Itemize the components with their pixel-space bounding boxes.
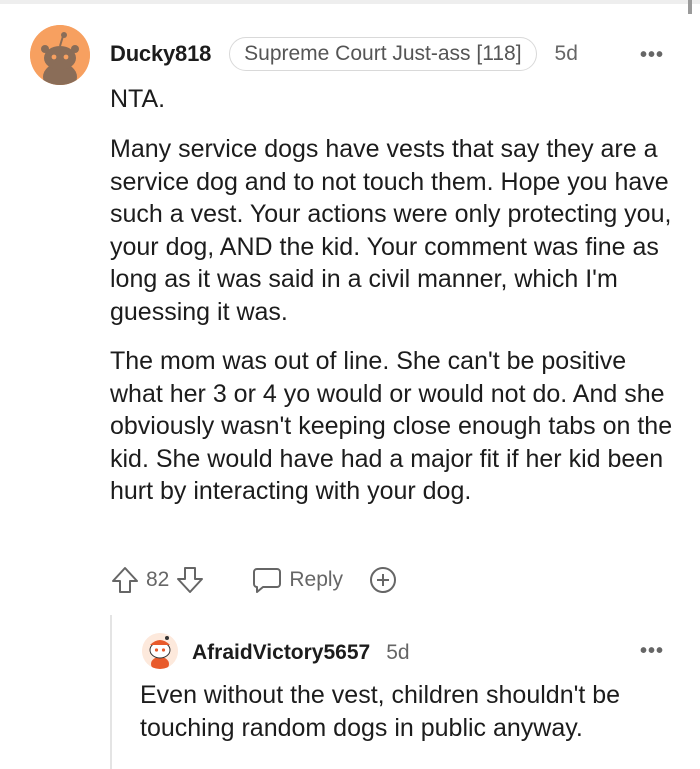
speech-bubble-icon [251,565,283,595]
comment: Ducky818 Supreme Court Just-ass [118] 5d… [0,0,700,769]
snoo-avatar-icon [142,633,178,669]
comment-paragraph: The mom was out of line. She can't be po… [110,347,673,505]
comment-paragraph: NTA. [110,85,166,113]
vote-count: 82 [146,568,170,591]
user-flair: Supreme Court Just-ass [118] [229,37,537,71]
thread-line[interactable] [110,615,112,769]
avatar[interactable] [30,25,90,85]
comment-meta: Ducky818 Supreme Court Just-ass [118] 5d [110,37,578,71]
reply-label: Reply [289,568,344,591]
snoo-avatar-icon [30,25,90,85]
reply-button[interactable]: Reply [251,565,343,595]
reply-meta: AfraidVictory5657 5d [192,640,410,666]
username[interactable]: Ducky818 [110,41,211,67]
comment-paragraph: Many service dogs have vests that say th… [110,135,672,326]
arrow-up-icon[interactable] [110,565,140,595]
reply-avatar[interactable] [142,633,178,669]
reply-username[interactable]: AfraidVictory5657 [192,641,370,665]
more-options-icon[interactable]: ••• [640,44,664,67]
reply-age: 5d [386,641,410,664]
reply-body: Even without the vest, children shouldn'… [140,681,621,742]
award-plus-icon[interactable] [367,564,399,596]
comment-actions: 82 Reply [110,563,399,597]
comment-age: 5d [554,42,578,65]
more-options-icon[interactable]: ••• [640,640,664,663]
arrow-down-icon[interactable] [175,565,205,595]
